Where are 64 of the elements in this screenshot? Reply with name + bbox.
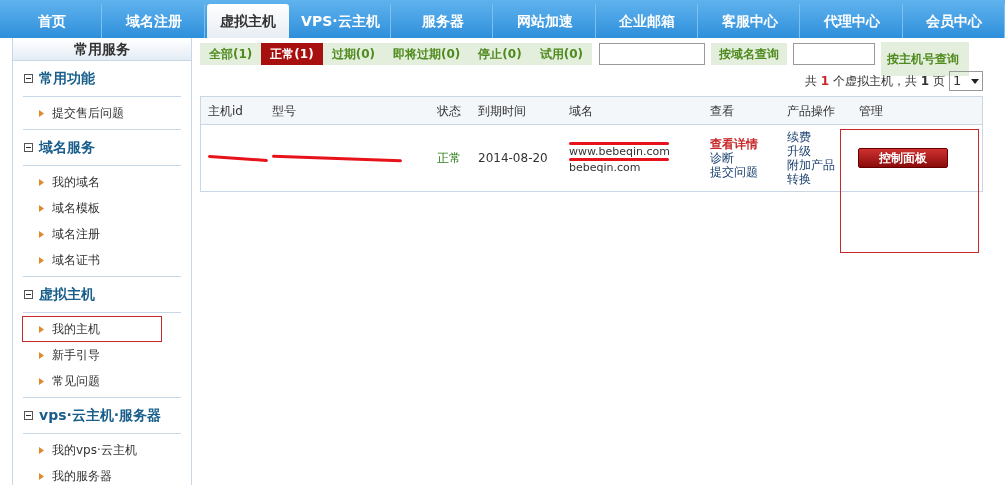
chevron-icon [39,109,44,117]
collapse-icon[interactable] [24,74,33,83]
column-header: 主机id [208,102,244,120]
nav-tab[interactable]: 虚拟主机 [206,4,289,38]
column-header: 查看 [710,102,735,120]
filter-tab[interactable]: 过期(0) [322,43,384,65]
column-header: 型号 [272,102,297,120]
collapse-icon[interactable] [24,143,33,152]
collapse-icon[interactable] [24,411,33,420]
column-header: 状态 [437,102,462,120]
column-header: 产品操作 [787,102,836,120]
chevron-icon [39,351,44,359]
search-button[interactable]: 按域名查询 [710,43,787,65]
filter-tab[interactable]: 正常(1) [261,43,323,65]
sidebar-link[interactable]: 我的服务器 [22,463,182,485]
group-title[interactable]: 域名服务 [39,137,95,158]
search-field[interactable] [792,43,875,65]
sidebar-link[interactable]: 域名注册 [22,221,182,247]
chevron-icon [39,325,44,333]
chevron-icon [39,230,44,238]
group-title[interactable]: 虚拟主机 [39,284,95,305]
operation-link[interactable]: 续费 [787,130,859,144]
chevron-icon [39,377,44,385]
column-header: 域名 [569,102,594,120]
group-title[interactable]: vps·云主机·服务器 [39,405,162,426]
control-panel-button[interactable]: 控制面板 [858,148,948,168]
sidebar-link[interactable]: 域名证书 [22,247,182,273]
chevron-icon [39,472,44,480]
sidebar-link[interactable]: 域名模板 [22,195,182,221]
search-button[interactable]: 按主机号查询 [880,42,969,76]
sidebar-link[interactable]: 我的域名 [22,169,182,195]
group-title[interactable]: 常用功能 [39,68,95,89]
filter-tab[interactable]: 停止(0) [469,43,531,65]
table-cell-text: 2014-08-20 [478,150,549,167]
sidebar-link[interactable]: 新手引导 [22,342,182,368]
page-select[interactable]: 1 [949,71,983,91]
column-header: 管理 [859,102,884,120]
sidebar-link[interactable]: 我的主机 [22,316,162,342]
filter-tab[interactable]: 全部(1) [200,43,262,65]
column-header: 到期时间 [478,102,527,120]
caret-icon [971,78,979,84]
redaction-mark [207,154,269,162]
domain-text: www.bebeqin.com [569,145,670,158]
collapse-icon[interactable] [24,290,33,299]
operation-link[interactable]: 附加产品 [787,158,859,172]
operation-link[interactable]: 转换 [787,172,859,186]
view-link[interactable]: 查看详情 [710,137,787,151]
operation-link[interactable]: 升级 [787,144,859,158]
summary-text: 共 1 个虚拟主机，共 1 页 [804,73,945,90]
sidebar-link[interactable]: 我的vps·云主机 [22,437,182,463]
chevron-icon [39,204,44,212]
sidebar-link[interactable]: 常见问题 [22,368,182,394]
sidebar-title: 常用服务 [13,39,191,61]
view-link[interactable]: 诊断 [710,151,787,165]
chevron-icon [39,178,44,186]
filter-tab[interactable]: 即将过期(0) [384,43,470,65]
status-text: 正常 [437,150,462,167]
domain-text: bebeqin.com [569,161,641,174]
view-link[interactable]: 提交问题 [710,165,787,179]
sidebar-link[interactable]: 提交售后问题 [22,100,182,126]
filter-tab[interactable]: 试用(0) [530,43,592,65]
chevron-icon [39,446,44,454]
search-field[interactable] [598,43,705,65]
chevron-icon [39,256,44,264]
